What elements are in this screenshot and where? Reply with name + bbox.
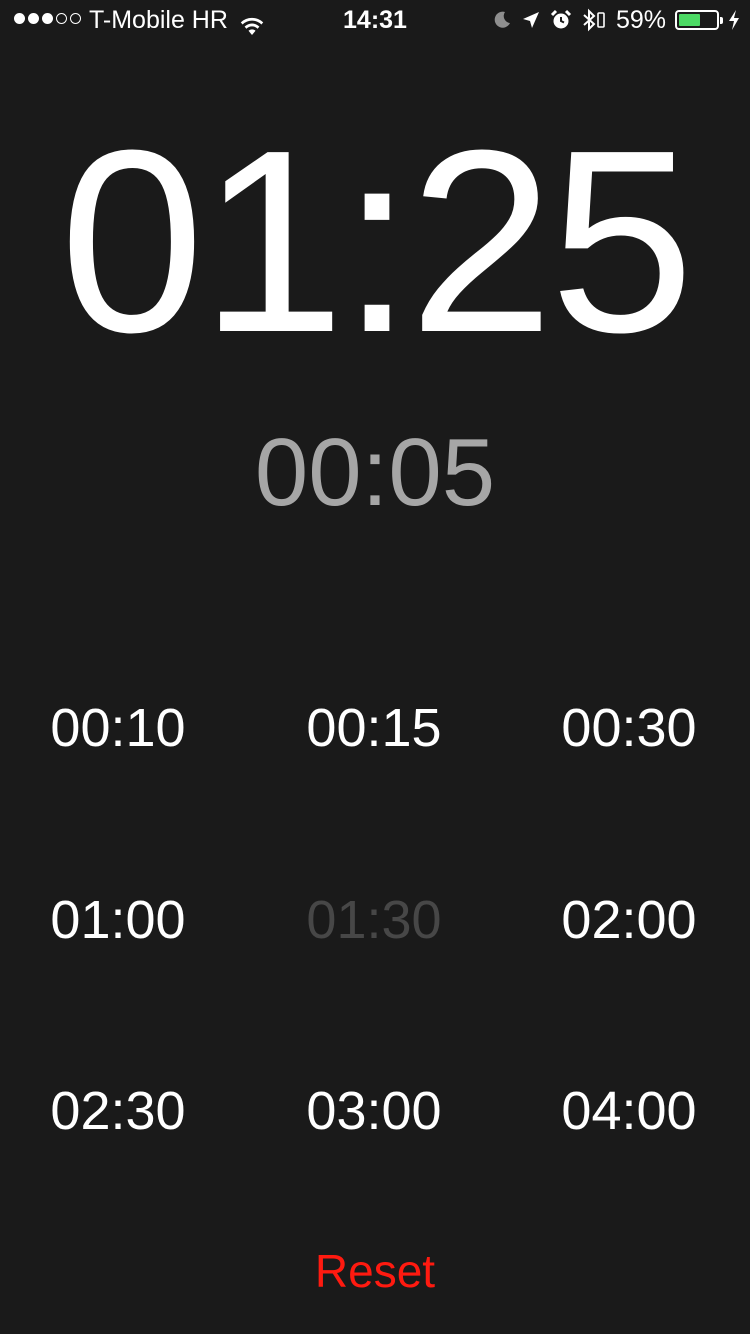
preset-button-01-30: 01:30 [306,890,442,950]
preset-button-00-30[interactable]: 00:30 [504,698,750,758]
bolt-icon [728,9,740,31]
preset-button-00-10[interactable]: 00:10 [0,698,243,758]
moon-icon [492,10,512,30]
reset-button[interactable]: Reset [0,1243,750,1299]
preset-button-01-00[interactable]: 01:00 [0,890,243,950]
main-timer-display: 01:25 [59,97,695,387]
preset-button-00-15[interactable]: 00:15 [249,698,499,758]
preset-button-04-00[interactable]: 04:00 [504,1081,750,1141]
preset-button-02-30[interactable]: 02:30 [0,1081,243,1141]
status-bar: T-Mobile HR 14:31 59% [0,0,750,40]
battery-icon [675,10,723,30]
elapsed-timer-display: 00:05 [254,419,496,526]
bluetooth-icon [581,8,607,32]
location-arrow-icon [521,10,541,30]
preset-button-03-00[interactable]: 03:00 [249,1081,499,1141]
battery-percent: 59% [615,6,666,34]
alarm-icon [550,9,572,31]
preset-button-02-00[interactable]: 02:00 [504,890,750,950]
